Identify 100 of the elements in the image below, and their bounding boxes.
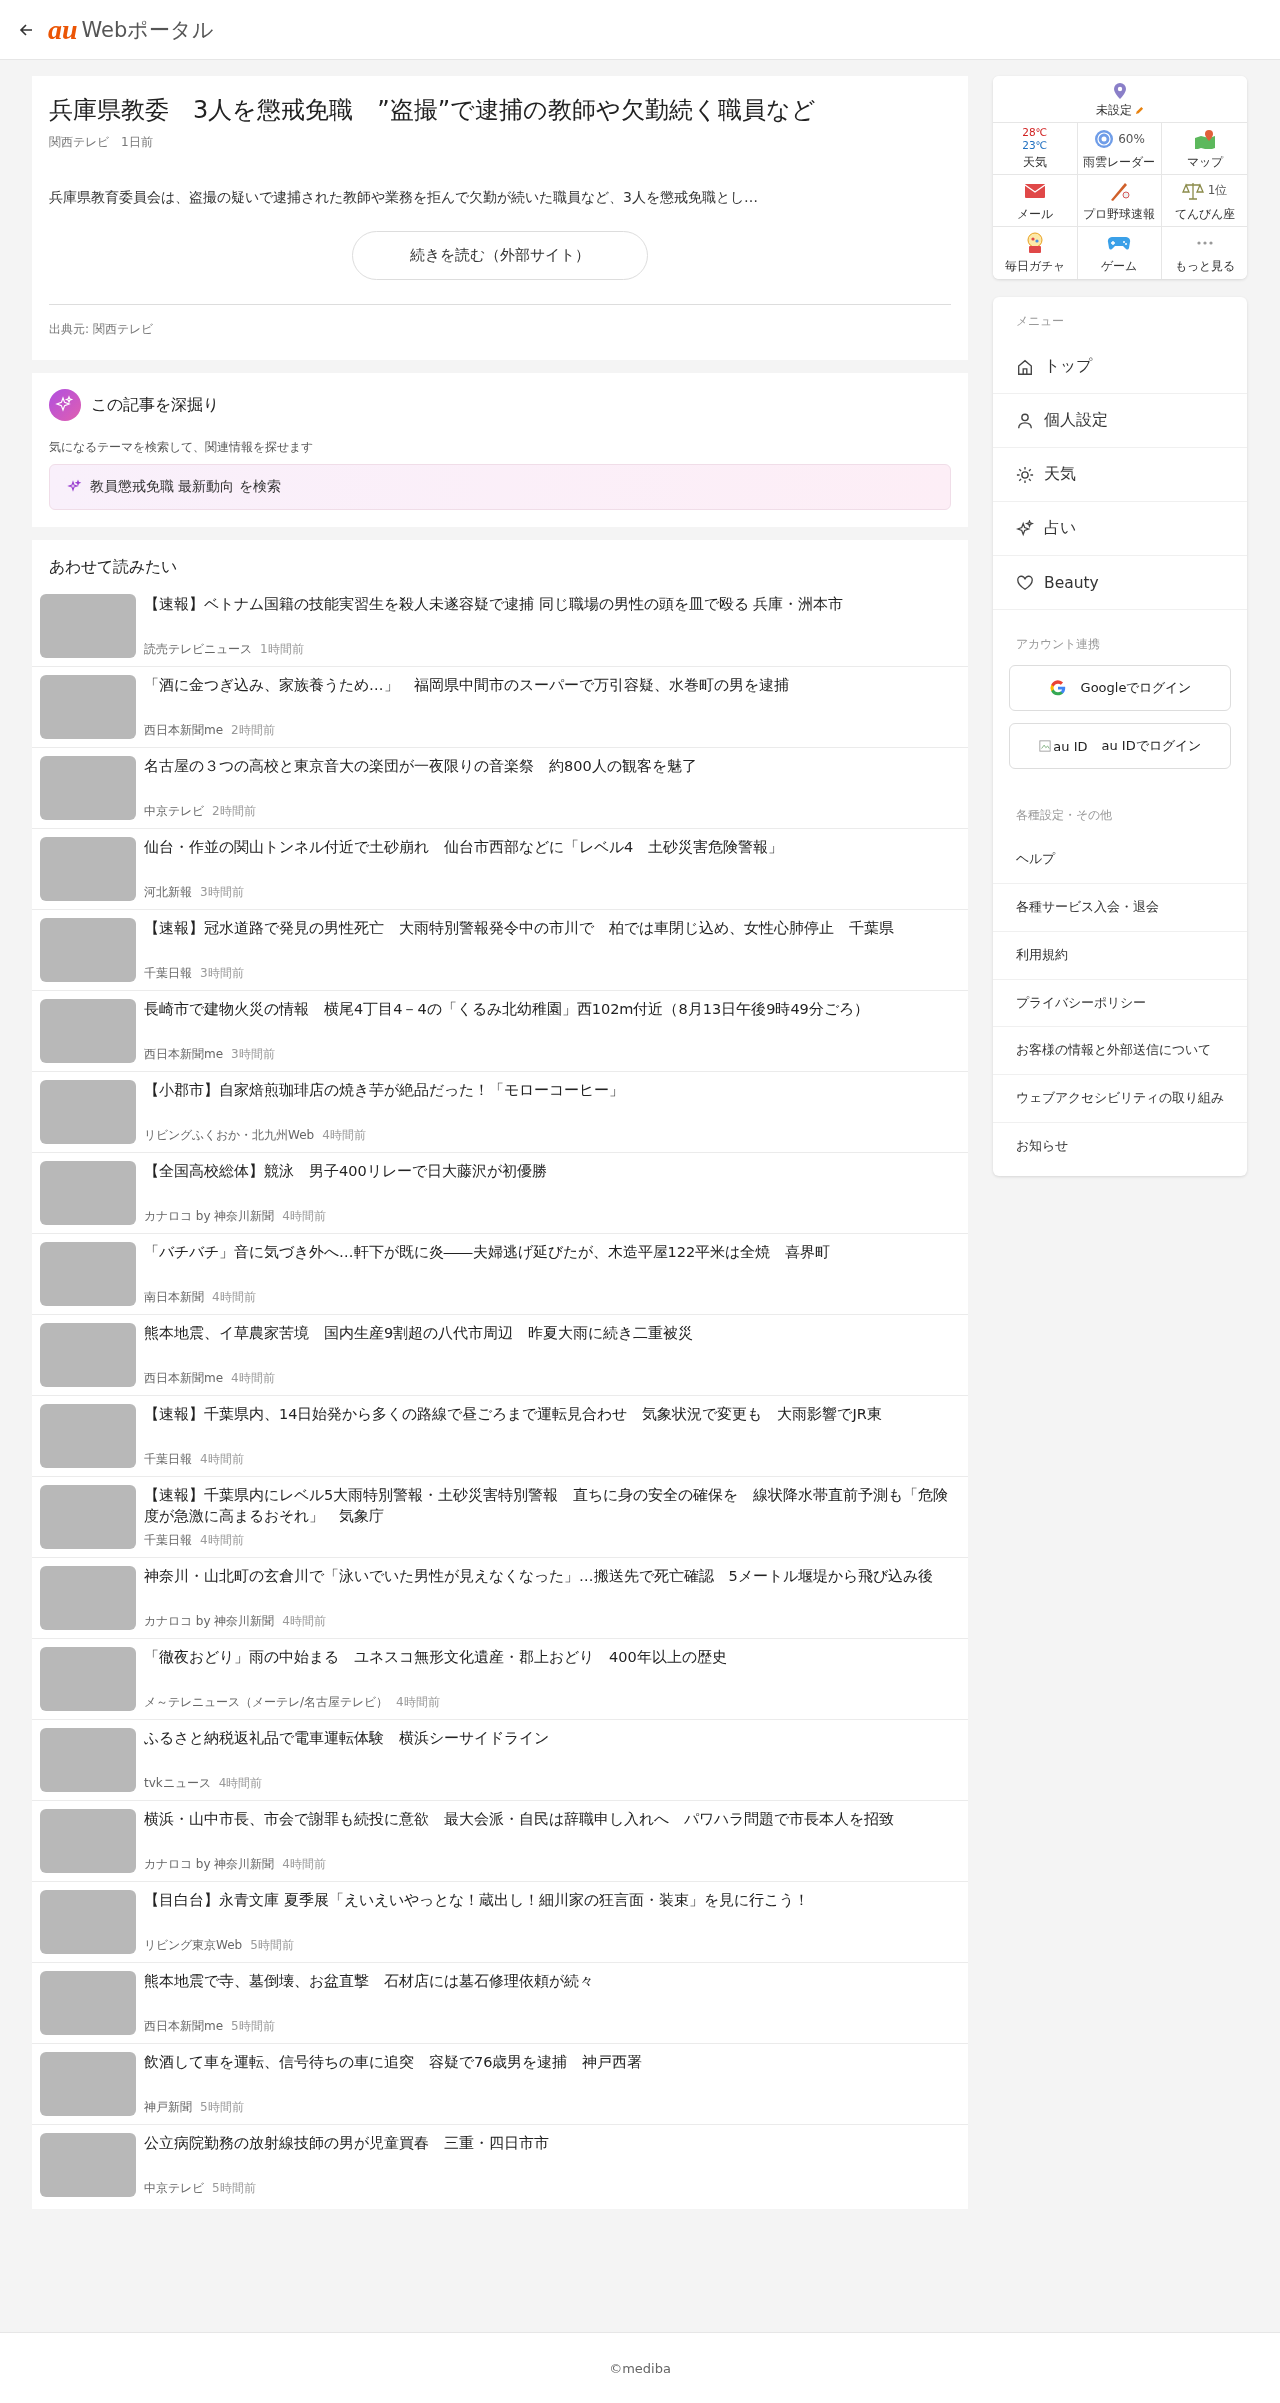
settings-link[interactable]: 各種サービス入会・退会	[993, 883, 1247, 932]
quick-tile[interactable]: プロ野球速報	[1077, 175, 1163, 227]
news-source: 南日本新聞	[144, 1289, 204, 1306]
news-item[interactable]: ふるさと納税返礼品で電車運転体験 横浜シーサイドライン tvkニュース 4時間前	[32, 1720, 968, 1801]
more-dots-icon	[1195, 241, 1214, 245]
quick-tile[interactable]: 60% 雨雲レーダー	[1077, 123, 1163, 175]
menu-heading: 各種設定・その他	[1015, 807, 1113, 824]
news-item[interactable]: 仙台・作並の関山トンネル付近で土砂崩れ 仙台市西部などに「レベル4 土砂災害危険警報」 河北新報 3時間前	[32, 829, 968, 910]
news-item[interactable]: 【速報】千葉県内にレベル5大雨特別警報・土砂災害特別警報 直ちに身の安全の確保を 線状降水帯直前予測も「危険度が急激に高まるおそれ」 気象庁 千葉日報 4時間前	[32, 1477, 968, 1558]
news-time: 4時間前	[200, 1532, 244, 1549]
article-summary: 兵庫県教育委員会は、盗撮の疑いで逮捕された教師や業務を拒んで欠勤が続いた職員など、3人を懲戒免職とし…	[49, 189, 759, 207]
news-source: カナロコ by 神奈川新聞	[144, 1856, 275, 1873]
menu-item[interactable]: Beauty	[993, 556, 1247, 610]
news-title: 横浜・山中市長、市会で謝罪も続投に意欲 最大会派・自民は辞職申し入れへ パワハラ問題で市長本人を招致	[144, 1810, 895, 1829]
news-item[interactable]: 【速報】ベトナム国籍の技能実習生を殺人未遂容疑で逮捕 同じ職場の男性の頭を皿で殴る 兵庫・洲本市 読売テレビニュース 1時間前	[32, 586, 968, 667]
broken-image-icon	[1039, 740, 1052, 752]
news-title: 神奈川・山北町の玄倉川で「泳いでいた男性が見えなくなった」…搬送先で死亡確認 5メートル堰堤から飛び込み後	[144, 1567, 934, 1586]
location-pin-icon	[1113, 82, 1127, 100]
news-item[interactable]: 横浜・山中市長、市会で謝罪も続投に意欲 最大会派・自民は辞職申し入れへ パワハラ問題で市長本人を招致 カナロコ by 神奈川新聞 4時間前	[32, 1801, 968, 1882]
menu-item[interactable]: トップ	[993, 340, 1247, 394]
back-arrow-icon[interactable]	[18, 21, 34, 38]
news-source: リビング東京Web	[144, 1937, 243, 1954]
login-button[interactable]: Googleでログイン	[1009, 665, 1231, 711]
news-time: 4時間前	[282, 1613, 326, 1630]
read-more-button[interactable]: 続きを読む（外部サイト）	[352, 231, 648, 280]
news-title: 「徹夜おどり」雨の中始まる ユネスコ無形文化遺産・郡上おどり 400年以上の歴史	[144, 1648, 728, 1667]
menu-heading: メニュー	[1015, 313, 1065, 330]
news-item[interactable]: 【目白台】永青文庫 夏季展「えいえいやっとな！蔵出し！細川家の狂言面・装束」を見に行こう！ リビング東京Web 5時間前	[32, 1882, 968, 1963]
menu-item[interactable]: 個人設定	[993, 394, 1247, 448]
news-item[interactable]: 熊本地震で寺、墓倒壊、お盆直撃 石材店には墓石修理依頼が続々 西日本新聞me 5時間前	[32, 1963, 968, 2044]
settings-link[interactable]: お客様の情報と外部送信について	[993, 1027, 1247, 1076]
news-item[interactable]: 公立病院勤務の放射線技師の男が児童買春 三重・四日市市 中京テレビ 5時間前	[32, 2125, 968, 2205]
news-item[interactable]: 【速報】千葉県内、14日始発から多くの路線で昼ごろまで運転見合わせ 気象状況で変更も 大雨影響でJR東 千葉日報 4時間前	[32, 1396, 968, 1477]
news-title: 「バチバチ」音に気づき外へ…軒下が既に炎――夫婦逃げ延びたが、木造平屋122平米は全焼 喜界町	[144, 1243, 832, 1262]
news-time: 2時間前	[231, 722, 275, 739]
article-title: 兵庫県教委 3人を懲戒免職 ”盗撮”で逮捕の教師や欠勤続く職員など	[49, 95, 818, 126]
news-time: 4時間前	[396, 1694, 440, 1711]
news-item[interactable]: 熊本地震、イ草農家苦境 国内生産9割超の八代市周辺 昨夏大雨に続き二重被災 西日本新聞me 4時間前	[32, 1315, 968, 1396]
news-time: 2時間前	[212, 803, 256, 820]
news-item[interactable]: 「酒に金つぎ込み、家族養うため…」 福岡県中間市のスーパーで万引容疑、水巻町の男を逮捕 西日本新聞me 2時間前	[32, 667, 968, 748]
news-title: ふるさと納税返礼品で電車運転体験 横浜シーサイドライン	[144, 1729, 550, 1748]
settings-link[interactable]: プライバシーポリシー	[993, 979, 1247, 1028]
news-source: リビングふくおか・北九州Web	[144, 1127, 315, 1144]
quick-tile[interactable]: 毎日ガチャ	[993, 227, 1078, 279]
person-icon	[1016, 411, 1034, 430]
news-title: 飲酒して車を運転、信号待ちの車に追突 容疑で76歳男を逮捕 神戸西署	[144, 2053, 644, 2072]
news-source: 西日本新聞me	[144, 1370, 224, 1387]
settings-link[interactable]: お知らせ	[993, 1123, 1247, 1170]
logo-text[interactable]: Webポータル	[81, 15, 215, 44]
map-icon	[1193, 128, 1216, 149]
radar-icon	[1094, 128, 1115, 149]
news-time: 5時間前	[250, 1937, 294, 1954]
news-item[interactable]: 名古屋の３つの高校と東京音大の楽団が一夜限りの音楽祭 約800人の観客を魅了 中京テレビ 2時間前	[32, 748, 968, 829]
google-g-icon	[1048, 679, 1067, 697]
settings-link[interactable]: ウェブアクセシビリティの取り組み	[993, 1075, 1247, 1124]
quick-tile[interactable]: ゲーム	[1077, 227, 1163, 279]
news-item[interactable]: 【小郡市】自家焙煎珈琲店の焼き芋が絶品だった！「モローコーヒー」 リビングふくおか・北九州Web 4時間前	[32, 1072, 968, 1153]
news-title: 【速報】冠水道路で発見の男性死亡 大雨特別警報発令中の市川で 柏では車閉じ込め、女性心肺停止 千葉県	[144, 919, 895, 938]
pencil-icon	[1135, 106, 1144, 115]
settings-link[interactable]: 利用規約	[993, 931, 1247, 980]
news-source: 千葉日報	[144, 965, 192, 982]
menu-item[interactable]: 占い	[993, 502, 1247, 556]
mail-icon	[1023, 182, 1046, 199]
news-source: 西日本新聞me	[144, 1046, 224, 1063]
menu-item[interactable]: 天気	[993, 448, 1247, 502]
search-suggestion[interactable]: 教員懲戒免職 最新動向 を検索	[49, 464, 951, 510]
settings-link[interactable]: ヘルプ	[993, 836, 1247, 884]
news-time: 5時間前	[212, 2180, 256, 2197]
news-title: 【速報】千葉県内にレベル5大雨特別警報・土砂災害特別警報 直ちに身の安全の確保を 線状降水帯直前予測も「危険度が急激に高まるおそれ」 気象庁	[144, 1486, 950, 1526]
news-title: 名古屋の３つの高校と東京音大の楽団が一夜限りの音楽祭 約800人の観客を魅了	[144, 757, 698, 776]
copyright-text: ©mediba	[609, 2360, 671, 2376]
news-source: 西日本新聞me	[144, 722, 224, 739]
news-item[interactable]: 飲酒して車を運転、信号待ちの車に追突 容疑で76歳男を逮捕 神戸西署 神戸新聞 5時間前	[32, 2044, 968, 2125]
news-title: 長崎市で建物火災の情報 横尾4丁目4－4の「くるみ北幼稚園」西102m付近（8月13日午後9時49分ごろ）	[144, 1000, 870, 1019]
news-item[interactable]: 長崎市で建物火災の情報 横尾4丁目4－4の「くるみ北幼稚園」西102m付近（8月13日午後9時49分ごろ） 西日本新聞me 3時間前	[32, 991, 968, 1072]
news-item[interactable]: 「バチバチ」音に気づき外へ…軒下が既に炎――夫婦逃げ延びたが、木造平屋122平米は全焼 喜界町 南日本新聞 4時間前	[32, 1234, 968, 1315]
news-item[interactable]: 神奈川・山北町の玄倉川で「泳いでいた男性が見えなくなった」…搬送先で死亡確認 5メートル堰堤から飛び込み後 カナロコ by 神奈川新聞 4時間前	[32, 1558, 968, 1639]
news-time: 5時間前	[200, 2099, 244, 2116]
news-item[interactable]: 【速報】冠水道路で発見の男性死亡 大雨特別警報発令中の市川で 柏では車閉じ込め、女性心肺停止 千葉県 千葉日報 3時間前	[32, 910, 968, 991]
logo-mark[interactable]: au	[48, 15, 78, 44]
sparkle-icon	[1016, 519, 1034, 538]
news-time: 4時間前	[200, 1451, 244, 1468]
news-source: 千葉日報	[144, 1451, 192, 1468]
news-item[interactable]: 【全国高校総体】競泳 男子400リレーで日大藤沢が初優勝 カナロコ by 神奈川新聞 4時間前	[32, 1153, 968, 1234]
news-item[interactable]: 「徹夜おどり」雨の中始まる ユネスコ無形文化遺産・郡上おどり 400年以上の歴史 メ～テレニュース（メーテレ/名古屋テレビ） 4時間前	[32, 1639, 968, 1720]
quick-tile[interactable]: 1位 てんびん座	[1162, 175, 1247, 227]
quick-tile[interactable]: もっと見る	[1162, 227, 1247, 279]
news-source: 読売テレビニュース	[144, 641, 252, 658]
news-source: カナロコ by 神奈川新聞	[144, 1208, 275, 1225]
news-title: 【目白台】永青文庫 夏季展「えいえいやっとな！蔵出し！細川家の狂言面・装束」を見に行こう！	[144, 1891, 810, 1910]
image-alt-text: au ID	[1053, 738, 1088, 754]
quick-tile[interactable]: メール	[993, 175, 1078, 227]
news-source: メ～テレニュース（メーテレ/名古屋テレビ）	[144, 1694, 389, 1711]
login-button[interactable]: au ID au IDでログイン	[1009, 723, 1231, 769]
login-label: au IDでログイン	[1101, 737, 1201, 755]
quick-tile[interactable]: 28℃ 23℃ 天気	[993, 123, 1078, 175]
quick-tile[interactable]: マップ	[1162, 123, 1247, 175]
news-time: 4時間前	[282, 1208, 326, 1225]
news-time: 3時間前	[200, 884, 244, 901]
location-button[interactable]: 未設定	[993, 76, 1247, 123]
